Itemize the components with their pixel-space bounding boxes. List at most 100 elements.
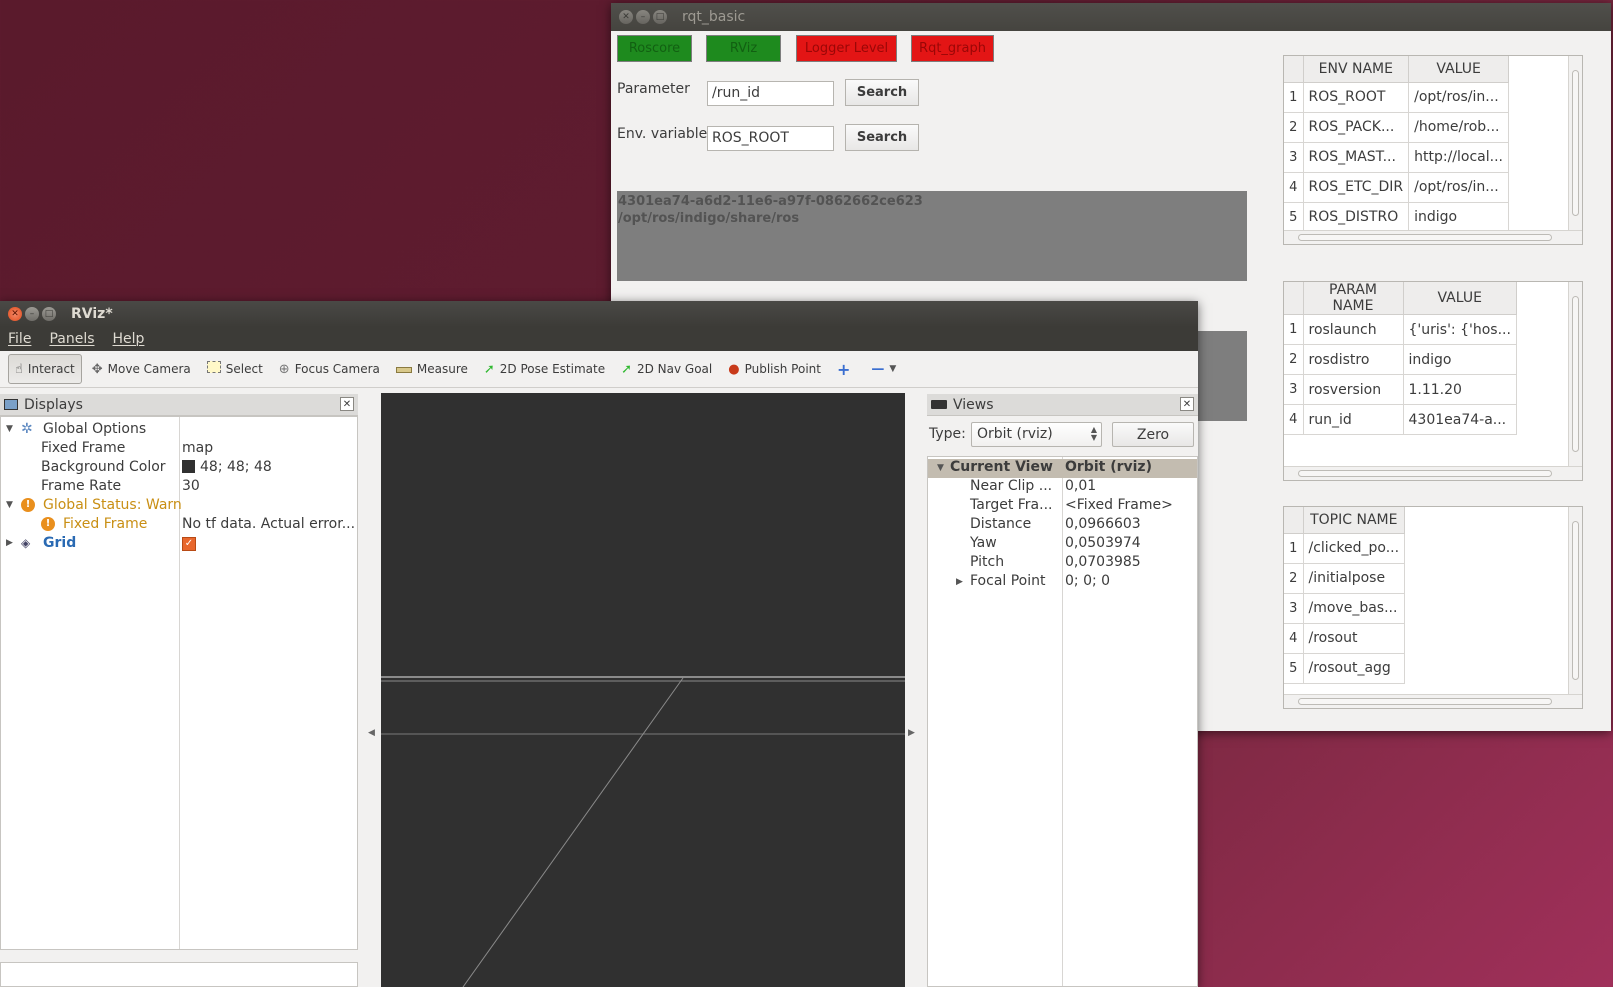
rqt-graph-button[interactable]: Rqt_graph: [911, 35, 994, 62]
zero-button[interactable]: Zero: [1112, 422, 1194, 447]
parameter-search-button[interactable]: Search: [845, 79, 919, 106]
param-value-header[interactable]: VALUE: [1403, 282, 1517, 315]
rviz-titlebar[interactable]: ✕ – □ RViz*: [0, 301, 1198, 327]
cell[interactable]: /rosout: [1303, 623, 1406, 654]
minimize-icon[interactable]: –: [25, 307, 39, 321]
collapse-right-arrow-icon[interactable]: ▶: [908, 728, 915, 738]
cell[interactable]: rosversion: [1303, 374, 1404, 405]
3d-viewport[interactable]: [381, 393, 905, 987]
cell[interactable]: indigo: [1403, 344, 1517, 375]
tree-value[interactable]: 0,0503974: [1065, 535, 1141, 551]
menu-file[interactable]: File: [8, 331, 31, 347]
displays-tree[interactable]: ▼ ✲ Global Options Fixed Frame map Backg…: [0, 416, 358, 950]
cell[interactable]: ROS_ETC_DIR: [1303, 172, 1410, 203]
table-row[interactable]: 5 ROS_DISTRO indigo: [1284, 202, 1510, 233]
tree-value[interactable]: 0,0703985: [1065, 554, 1141, 570]
close-icon[interactable]: ✕: [340, 397, 354, 411]
interact-tool[interactable]: ☝ Interact: [8, 354, 82, 384]
nav-goal-tool[interactable]: ➚ 2D Nav Goal: [615, 354, 718, 384]
tree-row-near-clip[interactable]: Near Clip ... 0,01: [928, 478, 1197, 497]
expand-arrow-icon[interactable]: ▼: [6, 500, 13, 510]
select-tool[interactable]: Select: [201, 354, 269, 384]
tree-row-background-color[interactable]: Background Color 48; 48; 48: [1, 457, 357, 476]
logger-level-button[interactable]: Logger Level: [796, 35, 897, 62]
collapse-left-arrow-icon[interactable]: ◀: [368, 728, 375, 738]
cell[interactable]: rosdistro: [1303, 344, 1404, 375]
table-row[interactable]: 3/move_bas...: [1284, 593, 1406, 624]
tree-row-focal-point[interactable]: ▶ Focal Point 0; 0; 0: [928, 573, 1197, 592]
cell[interactable]: /initialpose: [1303, 563, 1406, 594]
maximize-icon[interactable]: □: [653, 10, 667, 24]
tree-row-grid[interactable]: ▶ ◈ Grid ✓: [1, 533, 357, 552]
cell[interactable]: ROS_MAST...: [1303, 142, 1410, 173]
expand-arrow-icon[interactable]: ▼: [937, 463, 944, 473]
tree-row-yaw[interactable]: Yaw 0,0503974: [928, 535, 1197, 554]
tree-row-fixed-frame-status[interactable]: ! Fixed Frame No tf data. Actual error..…: [1, 514, 357, 533]
cell[interactable]: /clicked_po...: [1303, 533, 1406, 564]
expand-arrow-icon[interactable]: ▶: [956, 577, 963, 587]
table-row[interactable]: 2/initialpose: [1284, 563, 1406, 594]
tree-row-pitch[interactable]: Pitch 0,0703985: [928, 554, 1197, 573]
cell[interactable]: roslaunch: [1303, 314, 1404, 345]
output-text-area[interactable]: 4301ea74-a6d2-11e6-a97f-0862662ce623 /op…: [617, 191, 1247, 281]
cell[interactable]: /rosout_agg: [1303, 653, 1406, 684]
env-variable-input[interactable]: ROS_ROOT: [707, 126, 834, 151]
rqt-titlebar[interactable]: ✕ – □ rqt_basic: [611, 3, 1611, 31]
tree-row-target-frame[interactable]: Target Fra... <Fixed Frame>: [928, 497, 1197, 516]
cell[interactable]: http://local...: [1408, 142, 1510, 173]
cell[interactable]: 1.11.20: [1403, 374, 1517, 405]
close-icon[interactable]: ✕: [1180, 397, 1194, 411]
close-icon[interactable]: ✕: [619, 10, 633, 24]
parameter-input[interactable]: /run_id: [707, 81, 834, 106]
add-tool-button[interactable]: +: [831, 354, 861, 384]
roscore-button[interactable]: Roscore: [617, 35, 692, 62]
tree-row-fixed-frame[interactable]: Fixed Frame map: [1, 438, 357, 457]
cell[interactable]: ROS_PACK...: [1303, 112, 1410, 143]
tree-row-frame-rate[interactable]: Frame Rate 30: [1, 476, 357, 495]
cell[interactable]: 4301ea74-a...: [1403, 404, 1517, 435]
horizontal-scrollbar[interactable]: [1284, 694, 1582, 708]
tree-value[interactable]: <Fixed Frame>: [1065, 497, 1173, 513]
vertical-scrollbar[interactable]: [1568, 507, 1582, 694]
expand-arrow-icon[interactable]: ▼: [6, 424, 13, 434]
table-row[interactable]: 2 rosdistro indigo: [1284, 344, 1517, 375]
tree-value[interactable]: 30: [182, 478, 200, 494]
table-row[interactable]: 4/rosout: [1284, 623, 1406, 654]
cell[interactable]: /move_bas...: [1303, 593, 1406, 624]
table-row[interactable]: 2 ROS_PACK.../home/rob...: [1284, 112, 1510, 143]
env-value-header[interactable]: VALUE: [1408, 56, 1510, 83]
cell[interactable]: /opt/ros/in...: [1408, 82, 1510, 113]
table-row[interactable]: 3 rosversion 1.11.20: [1284, 374, 1517, 405]
cell[interactable]: /home/rob...: [1408, 112, 1510, 143]
tree-value[interactable]: 0; 0; 0: [1065, 573, 1110, 589]
table-row[interactable]: 1 roslaunch {'uris': {'hos...: [1284, 314, 1517, 345]
table-row[interactable]: 4 ROS_ETC_DIR/opt/ros/in...: [1284, 172, 1510, 203]
focus-camera-tool[interactable]: ⊕ Focus Camera: [273, 354, 386, 384]
tree-row-global-status[interactable]: ▼ ! Global Status: Warn: [1, 495, 357, 514]
grid-enabled-checkbox[interactable]: ✓: [182, 534, 196, 551]
move-camera-tool[interactable]: ✥ Move Camera: [86, 354, 197, 384]
tree-row-distance[interactable]: Distance 0,0966603: [928, 516, 1197, 535]
table-row[interactable]: 5/rosout_agg: [1284, 653, 1406, 684]
table-row[interactable]: 1/clicked_po...: [1284, 533, 1406, 564]
cell[interactable]: run_id: [1303, 404, 1404, 435]
cell[interactable]: {'uris': {'hos...: [1403, 314, 1517, 345]
menu-help[interactable]: Help: [113, 331, 145, 347]
tree-row-global-options[interactable]: ▼ ✲ Global Options: [1, 419, 357, 438]
table-row[interactable]: 3 ROS_MAST... http://local...: [1284, 142, 1510, 173]
vertical-scrollbar[interactable]: [1568, 56, 1582, 230]
view-type-select[interactable]: Orbit (rviz) ▲ ▼: [971, 422, 1102, 447]
topic-name-header[interactable]: TOPIC NAME: [1303, 507, 1406, 534]
pose-estimate-tool[interactable]: ➚ 2D Pose Estimate: [478, 354, 611, 384]
param-table[interactable]: PARAM NAME VALUE 1 roslaunch {'uris': {'ho…: [1283, 281, 1583, 481]
topic-table[interactable]: TOPIC NAME 1/clicked_po... 2/initialpose…: [1283, 506, 1583, 709]
views-tree[interactable]: ▼ Current View Orbit (rviz) Near Clip ..…: [927, 456, 1198, 987]
horizontal-scrollbar[interactable]: [1284, 466, 1582, 480]
cell[interactable]: ROS_ROOT: [1303, 82, 1410, 113]
env-name-header[interactable]: ENV NAME: [1303, 56, 1410, 83]
cell[interactable]: ROS_DISTRO: [1303, 202, 1410, 233]
table-row[interactable]: 1 ROS_ROOT/opt/ros/in...: [1284, 82, 1510, 113]
horizontal-scrollbar[interactable]: [1284, 230, 1582, 244]
tree-value[interactable]: map: [182, 440, 213, 456]
cell[interactable]: /opt/ros/in...: [1408, 172, 1510, 203]
